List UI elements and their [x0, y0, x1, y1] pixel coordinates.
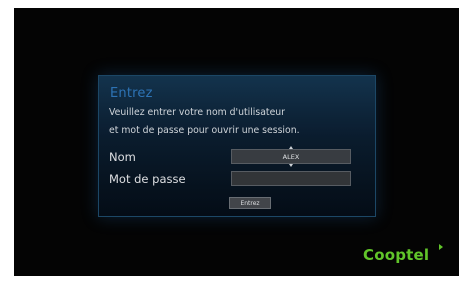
- password-label: Mot de passe: [109, 172, 186, 186]
- password-input[interactable]: [231, 171, 351, 186]
- brand-logo: Cooptel: [363, 246, 430, 264]
- submit-button[interactable]: Entrez: [229, 197, 271, 209]
- chevron-up-icon: [289, 146, 293, 149]
- username-value: ALEX: [282, 153, 300, 161]
- brand-mark-icon: [439, 244, 443, 250]
- instruction-line-1: Veuillez entrer votre nom d'utilisateur: [109, 107, 286, 118]
- nom-label: Nom: [109, 150, 136, 164]
- login-panel: Entrez Veuillez entrer votre nom d'utili…: [98, 75, 376, 217]
- tv-screen: Entrez Veuillez entrer votre nom d'utili…: [14, 8, 459, 276]
- instruction-line-2: et mot de passe pour ouvrir une session.: [109, 125, 300, 136]
- chevron-down-icon: [289, 164, 293, 167]
- username-input[interactable]: ALEX: [231, 146, 351, 167]
- panel-title: Entrez: [110, 86, 153, 101]
